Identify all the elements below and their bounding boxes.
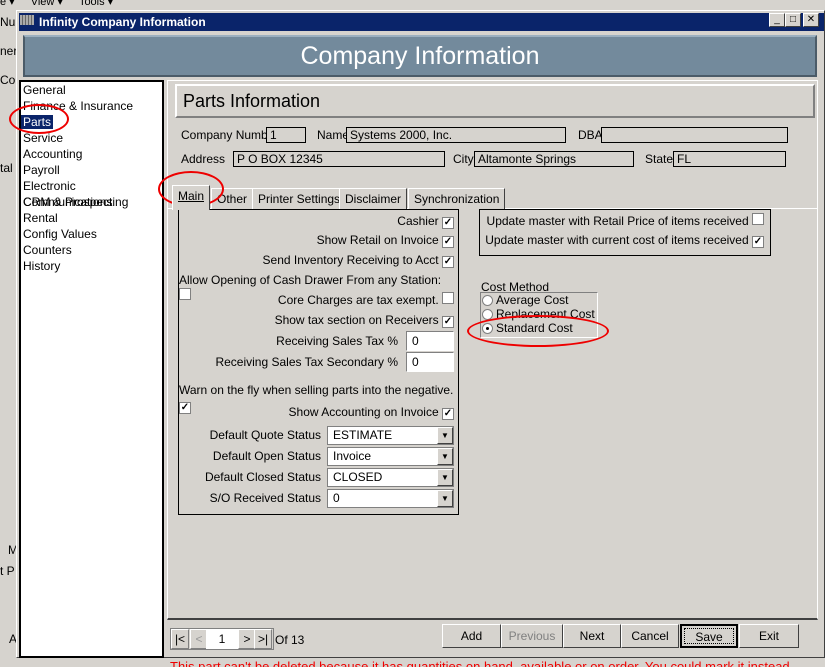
sidebar-item-config-values[interactable]: Config Values	[21, 226, 162, 242]
city-field[interactable]: Altamonte Springs	[474, 151, 634, 167]
company-number-field[interactable]: 1	[266, 127, 306, 143]
update-retail-row[interactable]: Update master with Retail Price of items…	[487, 213, 764, 229]
sidebar-item-history[interactable]: History	[21, 258, 162, 274]
sidebar-item-accounting[interactable]: Accounting	[21, 146, 162, 162]
allow-cash-drawer-checkbox[interactable]	[179, 288, 191, 300]
show-tax-row[interactable]: Show tax section on Receivers ✓	[275, 312, 454, 328]
receiving-tax-secondary-input[interactable]: 0	[406, 352, 454, 372]
record-total: Of 13	[275, 633, 305, 647]
previous-button[interactable]: Previous	[501, 624, 563, 648]
add-button[interactable]: Add	[442, 624, 501, 648]
receiving-tax-secondary-label: Receiving Sales Tax Secondary %	[215, 355, 398, 369]
bg-menu-view[interactable]: View ▾	[31, 0, 63, 8]
company-info-window: Infinity Company Information _ □ ✕ Compa…	[9, 10, 825, 658]
dba-field[interactable]	[601, 127, 788, 143]
quote-status-select[interactable]: ESTIMATE ▼	[327, 426, 454, 445]
allow-cash-drawer-row[interactable]: Allow Opening of Cash Drawer From any St…	[179, 272, 454, 300]
update-retail-checkbox[interactable]	[752, 213, 764, 225]
minimize-button[interactable]: _	[769, 13, 785, 27]
so-received-status-label: S/O Received Status	[209, 491, 321, 505]
show-accounting-row[interactable]: Show Accounting on Invoice ✓	[289, 404, 454, 420]
background-menu: e ▾ View ▾ Tools ▾	[0, 0, 129, 10]
tab-disclaimer[interactable]: Disclaimer	[339, 188, 408, 209]
chevron-down-icon: ▼	[437, 448, 453, 465]
page-number-input[interactable]: 1	[206, 629, 238, 649]
sidebar-item-rental[interactable]: Rental	[21, 210, 162, 226]
warn-negative-checkbox[interactable]: ✓	[179, 402, 191, 414]
section-list[interactable]: General Finance & Insurance Parts Servic…	[19, 80, 164, 658]
update-cost-checkbox[interactable]: ✓	[752, 236, 764, 248]
address-label: Address	[181, 152, 226, 166]
receiving-tax-input[interactable]: 0	[406, 331, 454, 351]
bg-menu-file[interactable]: e ▾	[0, 0, 15, 8]
show-accounting-checkbox[interactable]: ✓	[442, 408, 454, 420]
save-button[interactable]: Save	[680, 624, 738, 648]
first-record-button[interactable]: |<	[171, 629, 189, 649]
window-title: Infinity Company Information	[39, 15, 206, 29]
chevron-down-icon: ▼	[437, 427, 453, 444]
cashier-row[interactable]: Cashier ✓	[397, 213, 454, 229]
bg-fragment: Co	[0, 73, 16, 87]
chevron-down-icon: ▼	[437, 469, 453, 486]
open-status-select[interactable]: Invoice ▼	[327, 447, 454, 466]
chevron-down-icon: ▼	[437, 490, 453, 507]
name-field[interactable]: Systems 2000, Inc.	[346, 127, 566, 143]
title-bar: Infinity Company Information	[19, 13, 824, 31]
dba-label: DBA	[578, 128, 603, 142]
maximize-button[interactable]: □	[785, 13, 801, 27]
sidebar-item-crm[interactable]: CRM & Prospecting	[21, 194, 162, 210]
bg-fragment: ner	[0, 44, 18, 58]
bg-fragment: Nu	[0, 15, 16, 29]
exit-button[interactable]: Exit	[739, 624, 799, 648]
close-button[interactable]: ✕	[803, 13, 819, 27]
cancel-button[interactable]: Cancel	[621, 624, 679, 648]
core-charges-checkbox[interactable]	[442, 292, 454, 304]
radio-average-cost[interactable]: Average Cost	[482, 293, 597, 307]
so-received-status-select[interactable]: 0 ▼	[327, 489, 454, 508]
address-field[interactable]: P O BOX 12345	[233, 151, 445, 167]
city-label: City	[453, 152, 474, 166]
update-cost-row[interactable]: Update master with current cost of items…	[485, 232, 764, 248]
main-options-group: Cashier ✓ Show Retail on Invoice ✓ Send …	[178, 209, 459, 515]
section-title: Parts Information	[175, 84, 815, 118]
sidebar-item-counters[interactable]: Counters	[21, 242, 162, 258]
annotation-circle	[467, 315, 609, 347]
next-button[interactable]: Next	[563, 624, 621, 648]
radio-icon	[482, 295, 493, 307]
send-inventory-checkbox[interactable]: ✓	[442, 256, 454, 268]
tab-printer-settings[interactable]: Printer Settings	[252, 188, 347, 209]
show-retail-row[interactable]: Show Retail on Invoice ✓	[317, 232, 454, 248]
tab-main[interactable]: Main	[172, 185, 211, 210]
cashier-checkbox[interactable]: ✓	[442, 217, 454, 229]
sidebar-item-general[interactable]: General	[21, 82, 162, 98]
show-tax-checkbox[interactable]: ✓	[442, 316, 454, 328]
quote-status-label: Default Quote Status	[209, 428, 321, 442]
update-master-group: Update master with Retail Price of items…	[479, 209, 771, 256]
bg-fragment: t P	[0, 564, 15, 578]
bg-fragment: tal	[0, 161, 13, 175]
last-record-button[interactable]: >|	[254, 629, 272, 649]
warn-negative-row[interactable]: Warn on the fly when selling parts into …	[179, 382, 454, 414]
open-status-label: Default Open Status	[212, 449, 321, 463]
app-icon	[20, 15, 34, 25]
tab-synchronization[interactable]: Synchronization	[408, 188, 506, 209]
send-inventory-row[interactable]: Send Inventory Receiving to Acct ✓	[263, 252, 454, 268]
sidebar-item-electronic-communications[interactable]: Electronic Communications	[21, 178, 162, 209]
status-message: This part can't be deleted because it ha…	[170, 659, 794, 667]
core-charges-row[interactable]: Core Charges are tax exempt.	[278, 292, 454, 308]
bg-menu-tools[interactable]: Tools ▾	[79, 0, 113, 8]
company-number-label: Company Number	[181, 128, 279, 142]
closed-status-select[interactable]: CLOSED ▼	[327, 468, 454, 487]
sidebar-item-payroll[interactable]: Payroll	[21, 162, 162, 178]
state-label: State	[645, 152, 674, 166]
closed-status-label: Default Closed Status	[204, 470, 321, 484]
receiving-tax-label: Receiving Sales Tax %	[276, 334, 398, 348]
state-field[interactable]: FL	[673, 151, 786, 167]
page-header: Company Information	[23, 35, 817, 77]
show-retail-checkbox[interactable]: ✓	[442, 236, 454, 248]
annotation-circle	[9, 104, 69, 134]
name-label: Name	[317, 128, 350, 142]
